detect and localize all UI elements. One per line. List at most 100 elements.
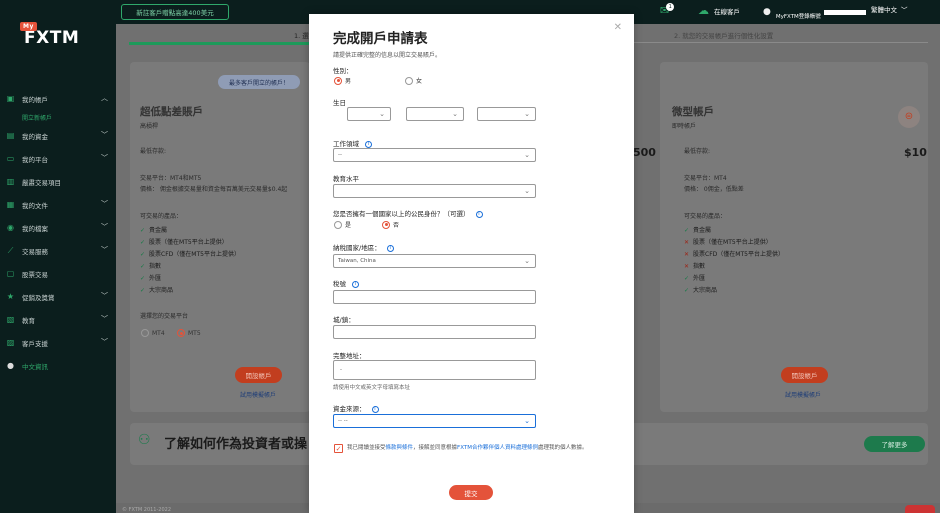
info-icon[interactable]: i: [386, 244, 394, 252]
info-icon[interactable]: i: [371, 405, 379, 413]
sidebar-item-label: 我的帳戶: [22, 95, 48, 104]
chevron-down-icon: ﹀: [101, 246, 108, 254]
sidebar-item-platform[interactable]: ▭ 我的平台 ﹀: [0, 147, 116, 170]
citizenship-no-radio[interactable]: 否: [382, 220, 399, 229]
education-icon: ▧: [6, 315, 15, 324]
terms-link[interactable]: 條款與條件: [386, 445, 414, 451]
mt4-radio[interactable]: MT4: [141, 329, 165, 337]
sidebar-item-label: 促銷及獎賞: [22, 293, 55, 302]
chevron-down-icon: ⌄: [524, 417, 530, 425]
sidebar-nav: ▣ 我的帳戶 ︿ 開立新帳戶 ▤ 我的資金 ﹀ ▭ 我的平台 ﹀ ▥ 嚴肅交易項目 ▦ 我的文件…: [0, 87, 116, 377]
birthday-month-select[interactable]: ⌄: [406, 107, 464, 121]
birthday-year-select[interactable]: ⌄: [477, 107, 536, 121]
chevron-down-icon: ⌄: [452, 110, 458, 118]
info-icon[interactable]: i: [365, 140, 372, 148]
platform-info: 交易平台：MT4: [684, 175, 727, 182]
sidebar-item-stocks[interactable]: ▢ 股票交易: [0, 262, 116, 285]
sidebar-item-services[interactable]: ⟋ 交易服務 ﹀: [0, 239, 116, 262]
address-hint: 請使用中文或英文字母填寫本址: [333, 385, 411, 391]
user-menu[interactable]: ● MyFXTM登錄帳號: [763, 4, 866, 20]
cabinet-label: 在線客戶: [714, 7, 740, 16]
citizenship-yes-radio[interactable]: 是: [334, 220, 351, 229]
price-info: 價格： 佣金根據交易量和資金每百萬美元交易量$0.4起: [140, 186, 288, 193]
info-icon[interactable]: i: [475, 210, 483, 218]
address-input[interactable]: -: [333, 360, 536, 380]
products-title: 可交易的產品：: [684, 213, 727, 220]
open-account-button-left[interactable]: 開設帳戶: [235, 367, 282, 383]
mt5-label: MT5: [188, 329, 201, 337]
product-label: 大宗商品: [149, 287, 174, 294]
stocks-icon: ▢: [6, 269, 15, 278]
info-icon[interactable]: i: [352, 280, 359, 288]
step-2-label: 2. 就您的交易帳戶進行個性化設置: [674, 32, 774, 40]
work-select[interactable]: -- ⌄: [333, 148, 536, 162]
funds-label-text: 資金來源：: [333, 405, 366, 413]
micro-account-icon: ⊜: [898, 106, 920, 128]
cloud-icon: ☁: [698, 4, 709, 17]
sidebar-item-accounts[interactable]: ▣ 我的帳戶 ︿: [0, 87, 116, 110]
cross-icon: ✕: [684, 239, 690, 246]
city-input[interactable]: [333, 325, 536, 339]
language-selector[interactable]: 繁體中文 ﹀: [871, 4, 908, 14]
radio-circle: [405, 76, 413, 85]
sidebar-item-trade[interactable]: ▥ 嚴肅交易項目: [0, 170, 116, 193]
tax-id-input[interactable]: [333, 290, 536, 304]
trial-account-link-left[interactable]: 試用模擬帳戶: [240, 390, 276, 399]
trade-icon: ▥: [6, 177, 15, 186]
chevron-down-icon: ﹀: [101, 338, 108, 346]
micro-title: 微型帳戶: [672, 106, 714, 118]
logo-text: FXTM: [24, 28, 80, 48]
list-item: ✕ 股票（僅在MT5平台上提供）: [684, 237, 784, 249]
submit-button[interactable]: 提交: [449, 485, 493, 500]
min-deposit-label: 最低存款:: [684, 148, 711, 155]
chart-icon: ⟋: [7, 246, 14, 255]
work-label: 工作領域 i: [333, 138, 372, 148]
sidebar-item-documents[interactable]: ▦ 我的文件 ﹀: [0, 193, 116, 216]
products-list: ✓ 貴金屬 ✓ 股票（僅在MT5平台上提供） ✓ 股票CFD（僅在MT5平台上提供） …: [140, 225, 240, 297]
fxtm-logo[interactable]: My FXTM: [20, 22, 80, 48]
sidebar-item-chinese[interactable]: ● 中文資訊: [0, 354, 116, 377]
sidebar-item-funds[interactable]: ▤ 我的資金 ﹀: [0, 124, 116, 147]
male-label: 男: [345, 78, 352, 85]
product-label: 股票（僅在MT5平台上提供）: [693, 239, 772, 246]
open-account-button-right[interactable]: 開設帳戶: [781, 367, 828, 383]
sidebar-subitem-open-account[interactable]: 開立新帳戶: [0, 110, 116, 124]
client-cabinet-link[interactable]: ☁ 在線客戶: [698, 4, 740, 17]
birthday-day-select[interactable]: ⌄: [347, 107, 391, 121]
close-icon[interactable]: ✕: [614, 22, 622, 33]
sidebar-item-education[interactable]: ▧ 教育 ﹀: [0, 308, 116, 331]
learn-more-button[interactable]: 了解更多: [864, 436, 925, 452]
accounts-icon: ▣: [6, 94, 15, 103]
sidebar-item-support[interactable]: ▨ 客戶支援 ﹀: [0, 331, 116, 354]
product-label: 股票CFD（僅在MT5平台上提供）: [149, 251, 240, 258]
funds-select[interactable]: -- -- ⌄: [333, 414, 536, 428]
sidebar-item-label: 股票交易: [22, 270, 48, 279]
chevron-down-icon: ⌄: [379, 110, 385, 118]
sidebar-item-promotions[interactable]: ★ 促銷及獎賞 ﹀: [0, 285, 116, 308]
list-item: ✓ 大宗商品: [684, 285, 784, 297]
floating-chat-handle[interactable]: [905, 505, 935, 513]
list-item: ✓ 股票CFD（僅在MT5平台上提供）: [140, 249, 240, 261]
notification-button[interactable]: ✉ 1: [660, 2, 675, 17]
city-label: 城/鎮：: [333, 316, 355, 324]
sidebar-item-label: 中文資訊: [22, 362, 48, 371]
gender-male-radio[interactable]: 男: [334, 76, 351, 85]
consent-checkbox[interactable]: ✓: [334, 444, 343, 453]
sidebar-item-profile[interactable]: ◉ 我的檔案 ﹀: [0, 216, 116, 239]
logo-badge: My: [20, 22, 37, 31]
globe-icon: ●: [7, 361, 14, 370]
check-icon: ✓: [140, 287, 146, 294]
tax-country-select[interactable]: Taiwan, China ⌄: [333, 254, 536, 268]
platform-info: 交易平台：MT4和MT5: [140, 175, 202, 182]
support-icon: ▨: [6, 338, 15, 347]
tax-country-label-text: 納稅國家/地區：: [333, 244, 381, 252]
sidebar-item-label: 嚴肅交易項目: [22, 178, 61, 187]
promo-banner[interactable]: 新註客戶贈點高達400美元: [121, 4, 229, 20]
card-title: 微型帳戶: [672, 104, 714, 119]
mt5-radio[interactable]: MT5: [177, 329, 201, 337]
list-item: ✕ 指數: [684, 261, 784, 273]
trial-account-link-right[interactable]: 試用模擬帳戶: [785, 390, 821, 399]
privacy-link[interactable]: FXTM合作夥伴個人資料處理條例: [457, 445, 538, 451]
education-select[interactable]: ⌄: [333, 184, 536, 198]
gender-female-radio[interactable]: 女: [405, 76, 422, 85]
